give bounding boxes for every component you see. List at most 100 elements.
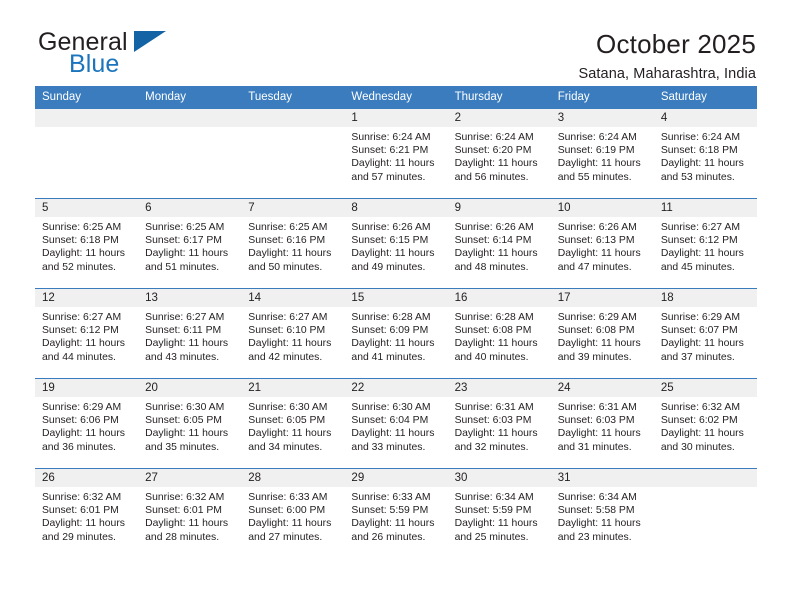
weekday-header-row: Sunday Monday Tuesday Wednesday Thursday… (35, 86, 757, 109)
calendar-day-cell[interactable]: 14 Sunrise: 6:27 AM Sunset: 6:10 PM Dayligh… (241, 288, 345, 379)
daylight-text-line1: Daylight: 11 hours (145, 518, 229, 530)
calendar-day-cell[interactable]: 25 Sunrise: 6:32 AM Sunset: 6:02 PM Dayligh… (653, 378, 757, 469)
day-number: 8 (344, 199, 448, 217)
day-sun-info: Sunrise: 6:27 AM Sunset: 6:11 PM Daylight:… (138, 307, 241, 364)
sunset-text: Sunset: 6:18 PM (660, 145, 738, 157)
daylight-text-line1: Daylight: 11 hours (557, 248, 641, 260)
calendar-day-cell[interactable]: 24 Sunrise: 6:31 AM Sunset: 6:03 PM Dayligh… (550, 378, 654, 469)
day-number: 18 (653, 289, 757, 307)
calendar-day-cell[interactable]: 1 Sunrise: 6:24 AM Sunset: 6:21 PM Daylight… (344, 108, 448, 199)
daylight-text-line1: Daylight: 11 hours (42, 518, 125, 530)
calendar-week-row: 5 Sunrise: 6:25 AM Sunset: 6:18 PM Daylight… (35, 198, 757, 289)
day-number: 20 (138, 379, 242, 397)
day-sun-info: Sunrise: 6:25 AM Sunset: 6:16 PM Daylight:… (241, 217, 344, 274)
sunset-text: Sunset: 6:02 PM (660, 415, 738, 427)
sunset-text: Sunset: 6:21 PM (351, 145, 429, 157)
calendar-day-cell[interactable]: 21 Sunrise: 6:30 AM Sunset: 6:05 PM Dayligh… (241, 378, 345, 469)
sunrise-text: Sunrise: 6:24 AM (351, 132, 431, 143)
calendar-day-cell[interactable]: 27 Sunrise: 6:32 AM Sunset: 6:01 PM Dayligh… (138, 468, 242, 559)
day-number: 14 (241, 289, 345, 307)
calendar-day-cell[interactable]: 3 Sunrise: 6:24 AM Sunset: 6:19 PM Daylight… (550, 108, 654, 199)
calendar-day-cell[interactable]: 6 Sunrise: 6:25 AM Sunset: 6:17 PM Daylight… (138, 198, 242, 289)
calendar-day-cell[interactable]: 10 Sunrise: 6:26 AM Sunset: 6:13 PM Dayligh… (550, 198, 654, 289)
day-number: 3 (550, 109, 654, 127)
daylight-text-line1: Daylight: 11 hours (248, 338, 332, 350)
day-sun-info: Sunrise: 6:29 AM Sunset: 6:07 PM Daylight:… (654, 307, 757, 364)
daylight-text-line1: Daylight: 11 hours (454, 248, 538, 260)
calendar-day-cell[interactable]: 19 Sunrise: 6:29 AM Sunset: 6:06 PM Dayligh… (35, 378, 139, 469)
triangle-icon (134, 31, 166, 52)
calendar-day-cell[interactable]: 31 Sunrise: 6:34 AM Sunset: 5:58 PM Dayligh… (550, 468, 654, 559)
day-number: 11 (653, 199, 757, 217)
calendar-day-cell[interactable]: 5 Sunrise: 6:25 AM Sunset: 6:18 PM Daylight… (35, 198, 139, 289)
general-blue-logo[interactable]: General Blue (36, 28, 236, 80)
sunset-text: Sunset: 6:12 PM (660, 235, 738, 247)
day-number (241, 109, 345, 127)
day-sun-info: Sunrise: 6:34 AM Sunset: 5:58 PM Daylight:… (551, 487, 654, 544)
weekday-header-wednesday: Wednesday (344, 86, 448, 109)
sunset-text: Sunset: 6:17 PM (145, 235, 222, 247)
calendar-day-cell[interactable]: 4 Sunrise: 6:24 AM Sunset: 6:18 PM Daylight… (653, 108, 757, 199)
daylight-text-line1: Daylight: 11 hours (248, 428, 332, 440)
day-sun-info: Sunrise: 6:29 AM Sunset: 6:06 PM Daylight:… (35, 397, 138, 454)
sunrise-text: Sunrise: 6:26 AM (454, 222, 534, 233)
sunrise-text: Sunrise: 6:25 AM (248, 222, 328, 233)
day-number (35, 109, 139, 127)
sunrise-text: Sunrise: 6:30 AM (351, 402, 431, 413)
sunrise-text: Sunrise: 6:31 AM (454, 402, 534, 413)
daylight-text-line1: Daylight: 11 hours (351, 158, 435, 170)
calendar-day-cell[interactable]: 23 Sunrise: 6:31 AM Sunset: 6:03 PM Dayligh… (447, 378, 551, 469)
day-number: 9 (447, 199, 551, 217)
calendar-week-row: 12 Sunrise: 6:27 AM Sunset: 6:12 PM Dayligh… (35, 288, 757, 379)
calendar-day-cell[interactable]: 2 Sunrise: 6:24 AM Sunset: 6:20 PM Daylight… (447, 108, 551, 199)
day-number: 28 (241, 469, 345, 487)
daylight-text-line2: and 48 minutes. (454, 261, 529, 273)
calendar-day-cell[interactable]: 12 Sunrise: 6:27 AM Sunset: 6:12 PM Dayligh… (35, 288, 139, 379)
calendar-day-cell[interactable]: 28 Sunrise: 6:33 AM Sunset: 6:00 PM Dayligh… (241, 468, 345, 559)
daylight-text-line2: and 56 minutes. (454, 171, 529, 183)
daylight-text-line2: and 51 minutes. (145, 261, 220, 273)
daylight-text-line2: and 55 minutes. (557, 171, 632, 183)
day-sun-info: Sunrise: 6:30 AM Sunset: 6:05 PM Daylight:… (138, 397, 241, 454)
calendar-head: Sunday Monday Tuesday Wednesday Thursday… (35, 86, 757, 109)
calendar-day-cell[interactable]: 22 Sunrise: 6:30 AM Sunset: 6:04 PM Dayligh… (344, 378, 448, 469)
day-sun-info: Sunrise: 6:24 AM Sunset: 6:18 PM Daylight:… (654, 127, 757, 184)
calendar-day-cell[interactable]: 18 Sunrise: 6:29 AM Sunset: 6:07 PM Dayligh… (653, 288, 757, 379)
daylight-text-line1: Daylight: 11 hours (557, 338, 641, 350)
calendar-day-cell[interactable]: 9 Sunrise: 6:26 AM Sunset: 6:14 PM Daylight… (447, 198, 551, 289)
calendar-day-cell[interactable]: 7 Sunrise: 6:25 AM Sunset: 6:16 PM Daylight… (241, 198, 345, 289)
calendar-day-cell[interactable]: 30 Sunrise: 6:34 AM Sunset: 5:59 PM Dayligh… (447, 468, 551, 559)
sunrise-text: Sunrise: 6:29 AM (557, 312, 637, 323)
day-sun-info: Sunrise: 6:33 AM Sunset: 6:00 PM Daylight:… (241, 487, 344, 544)
calendar-day-cell[interactable]: 15 Sunrise: 6:28 AM Sunset: 6:09 PM Dayligh… (344, 288, 448, 379)
day-number: 6 (138, 199, 242, 217)
sunrise-text: Sunrise: 6:33 AM (248, 492, 328, 503)
calendar-day-cell[interactable]: 13 Sunrise: 6:27 AM Sunset: 6:11 PM Dayligh… (138, 288, 242, 379)
daylight-text-line2: and 45 minutes. (660, 261, 735, 273)
sunrise-text: Sunrise: 6:25 AM (145, 222, 225, 233)
daylight-text-line1: Daylight: 11 hours (557, 518, 641, 530)
day-sun-info: Sunrise: 6:27 AM Sunset: 6:10 PM Daylight:… (241, 307, 344, 364)
daylight-text-line1: Daylight: 11 hours (454, 158, 538, 170)
sunset-text: Sunset: 6:07 PM (660, 325, 738, 337)
calendar-day-cell-empty (35, 108, 139, 199)
sunset-text: Sunset: 6:03 PM (454, 415, 532, 427)
calendar-day-cell[interactable]: 29 Sunrise: 6:33 AM Sunset: 5:59 PM Dayligh… (344, 468, 448, 559)
calendar-day-cell[interactable]: 11 Sunrise: 6:27 AM Sunset: 6:12 PM Dayligh… (653, 198, 757, 289)
day-number: 16 (447, 289, 551, 307)
weekday-header-tuesday: Tuesday (241, 86, 345, 109)
page-title: October 2025 (596, 29, 756, 59)
calendar-day-cell[interactable]: 16 Sunrise: 6:28 AM Sunset: 6:08 PM Dayligh… (447, 288, 551, 379)
sunset-text: Sunset: 6:04 PM (351, 415, 429, 427)
sunrise-text: Sunrise: 6:34 AM (557, 492, 637, 503)
calendar-day-cell[interactable]: 8 Sunrise: 6:26 AM Sunset: 6:15 PM Daylight… (344, 198, 448, 289)
day-number: 17 (550, 289, 654, 307)
sunset-text: Sunset: 6:20 PM (454, 145, 532, 157)
day-sun-info: Sunrise: 6:26 AM Sunset: 6:15 PM Daylight:… (344, 217, 447, 274)
daylight-text-line1: Daylight: 11 hours (660, 338, 744, 350)
calendar-day-cell[interactable]: 20 Sunrise: 6:30 AM Sunset: 6:05 PM Dayligh… (138, 378, 242, 469)
calendar-day-cell[interactable]: 17 Sunrise: 6:29 AM Sunset: 6:08 PM Dayligh… (550, 288, 654, 379)
sunrise-text: Sunrise: 6:24 AM (660, 132, 740, 143)
calendar-day-cell[interactable]: 26 Sunrise: 6:32 AM Sunset: 6:01 PM Dayligh… (35, 468, 139, 559)
day-number: 4 (653, 109, 757, 127)
